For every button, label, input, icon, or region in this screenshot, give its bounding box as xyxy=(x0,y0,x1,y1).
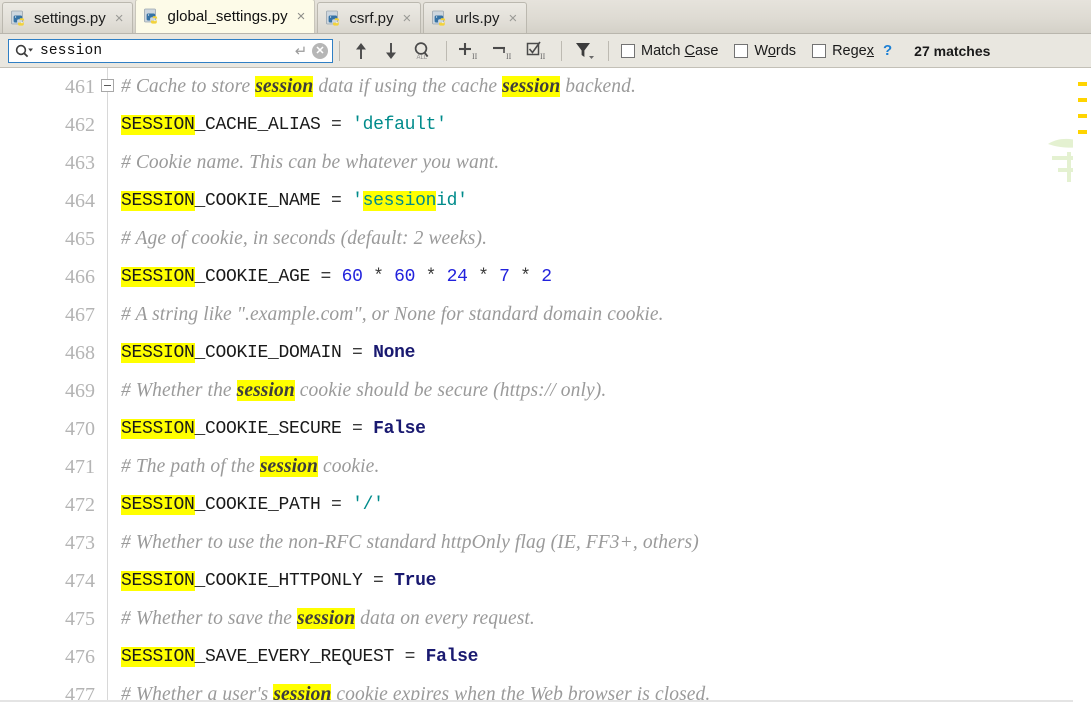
line-number: 469 xyxy=(65,380,95,402)
code-line[interactable]: SESSION_SAVE_EVERY_REQUEST = False xyxy=(109,638,1091,676)
code-editor-area[interactable]: 461 462 463 464 465 466 467 468 469 470 471 472 473 4… xyxy=(0,68,1091,702)
python-file-icon xyxy=(11,10,28,27)
line-number: 466 xyxy=(65,266,95,288)
search-help-link[interactable]: ? xyxy=(883,42,892,59)
scrollbar-match-marker[interactable] xyxy=(1078,130,1087,134)
line-number: 464 xyxy=(65,190,95,212)
line-number: 475 xyxy=(65,608,95,630)
checkbox-match-case[interactable] xyxy=(621,43,635,58)
svg-text:II: II xyxy=(472,52,478,61)
line-number: 477 xyxy=(65,684,95,702)
toolbar-divider-2 xyxy=(446,40,447,61)
code-line[interactable]: SESSION_COOKIE_PATH = '/' xyxy=(109,486,1091,524)
code-line[interactable]: # Cookie name. This can be whatever you … xyxy=(109,144,1091,182)
code-line[interactable]: SESSION_COOKIE_DOMAIN = None xyxy=(109,334,1091,372)
editor-tab-settings-py[interactable]: settings.py × xyxy=(2,2,134,33)
line-number: 465 xyxy=(65,228,95,250)
option-words[interactable]: Words xyxy=(734,43,796,59)
toolbar-divider-4 xyxy=(608,40,609,61)
option-label-regex: Regex xyxy=(832,42,874,59)
code-line[interactable]: SESSION_COOKIE_AGE = 60 * 60 * 24 * 7 * … xyxy=(109,258,1091,296)
line-number: 472 xyxy=(65,494,95,516)
code-line[interactable]: # Cache to store session data if using t… xyxy=(109,68,1091,106)
editor-tab-bar: settings.py × global_settings.py × csrf.py × u… xyxy=(0,0,1091,34)
svg-text:II: II xyxy=(506,52,512,61)
close-icon[interactable]: × xyxy=(508,11,517,26)
python-file-icon xyxy=(432,10,449,27)
python-file-icon xyxy=(144,8,161,25)
editor-tab-label: csrf.py xyxy=(349,9,394,27)
code-fold-toggle[interactable] xyxy=(101,79,114,92)
code-line[interactable]: SESSION_COOKIE_HTTPONLY = True xyxy=(109,562,1091,600)
code-line[interactable]: # Whether to use the non-RFC standard ht… xyxy=(109,524,1091,562)
editor-tab-global-settings-py[interactable]: global_settings.py × xyxy=(135,0,316,33)
editor-tab-label: urls.py xyxy=(455,9,500,27)
find-all-button[interactable]: ALL xyxy=(406,38,440,64)
code-editor-window: settings.py × global_settings.py × csrf.py × u… xyxy=(0,0,1091,702)
clear-search-icon[interactable]: ✕ xyxy=(312,42,328,59)
line-number: 474 xyxy=(65,570,95,592)
checkbox-regex[interactable] xyxy=(812,43,827,58)
editor-tab-urls-py[interactable]: urls.py × xyxy=(423,2,528,33)
code-line[interactable]: # The path of the session cookie. xyxy=(109,448,1091,486)
line-number: 467 xyxy=(65,304,95,326)
svg-text:II: II xyxy=(540,52,546,61)
line-number: 471 xyxy=(65,456,95,478)
option-match-case[interactable]: Match Case xyxy=(621,43,718,59)
line-number: 463 xyxy=(65,152,95,174)
enter-return-icon[interactable]: ↵ xyxy=(292,42,310,60)
scrollbar-match-markers[interactable] xyxy=(1073,68,1091,702)
line-number: 461 xyxy=(65,76,95,98)
toolbar-divider-3 xyxy=(561,40,562,61)
editor-tab-label: global_settings.py xyxy=(167,8,288,25)
scrollbar-match-marker[interactable] xyxy=(1078,114,1087,118)
code-line[interactable]: # Whether a user's session cookie expire… xyxy=(109,676,1091,702)
find-toolbar: session ↵ ✕ ALL II II II Match Case Word… xyxy=(0,34,1091,68)
checkbox-words[interactable] xyxy=(734,43,749,58)
code-content[interactable]: # Cache to store session data if using t… xyxy=(109,68,1091,702)
line-number: 462 xyxy=(65,114,95,136)
option-label-words: Words xyxy=(754,42,797,59)
code-line[interactable]: SESSION_COOKIE_SECURE = False xyxy=(109,410,1091,448)
code-line[interactable]: SESSION_CACHE_ALIAS = 'default' xyxy=(109,106,1091,144)
match-count-label: 27 matches xyxy=(914,42,991,59)
option-label-match-case: Match Case xyxy=(641,42,719,59)
code-line[interactable]: # Whether the session cookie should be s… xyxy=(109,372,1091,410)
code-line[interactable]: # A string like ".example.com", or None … xyxy=(109,296,1091,334)
option-regex[interactable]: Regex xyxy=(812,43,874,59)
close-icon[interactable]: × xyxy=(297,9,306,24)
search-input[interactable]: session xyxy=(34,43,292,59)
line-number: 468 xyxy=(65,342,95,364)
code-line[interactable]: # Age of cookie, in seconds (default: 2 … xyxy=(109,220,1091,258)
line-number-gutter: 461 462 463 464 465 466 467 468 469 470 471 472 473 4… xyxy=(0,68,108,702)
line-number: 476 xyxy=(65,646,95,668)
find-next-button[interactable] xyxy=(376,38,406,64)
search-input-wrapper[interactable]: session ↵ ✕ xyxy=(8,38,333,63)
scrollbar-match-marker[interactable] xyxy=(1078,82,1087,86)
code-line[interactable]: SESSION_COOKIE_NAME = 'sessionid' xyxy=(109,182,1091,220)
toolbar-divider-1 xyxy=(339,40,340,61)
find-previous-button[interactable] xyxy=(346,38,376,64)
code-line[interactable]: # Whether to save the session data on ev… xyxy=(109,600,1091,638)
svg-text:ALL: ALL xyxy=(417,55,428,61)
line-number: 473 xyxy=(65,532,95,554)
close-icon[interactable]: × xyxy=(403,11,412,26)
python-file-icon xyxy=(326,10,343,27)
subtract-selection-button[interactable]: II xyxy=(487,38,521,64)
editor-tab-csrf-py[interactable]: csrf.py × xyxy=(317,2,422,33)
check-selection-button[interactable]: II xyxy=(521,38,555,64)
line-number: 470 xyxy=(65,418,95,440)
magnifier-dropdown-icon[interactable] xyxy=(14,43,34,59)
editor-tab-label: settings.py xyxy=(34,9,106,27)
filter-button[interactable] xyxy=(568,38,602,64)
close-icon[interactable]: × xyxy=(115,11,124,26)
scrollbar-match-marker[interactable] xyxy=(1078,98,1087,102)
add-selection-button[interactable]: II xyxy=(453,38,487,64)
